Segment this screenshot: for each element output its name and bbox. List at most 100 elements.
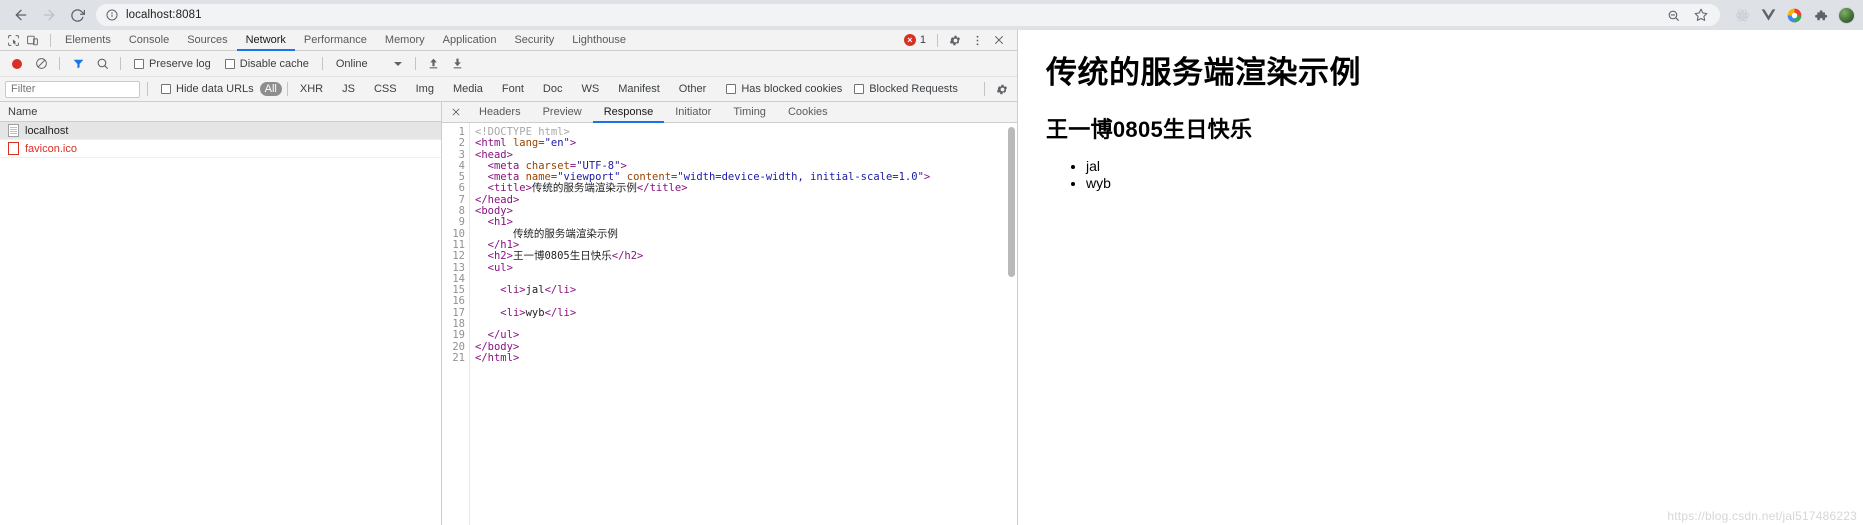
page-heading-2: 王一博0805生日快乐 [1046, 116, 1253, 142]
watermark: https://blog.csdn.net/jal517486223 [1667, 509, 1857, 523]
extension-icons [1728, 6, 1855, 24]
filter-type-font[interactable]: Font [497, 82, 529, 96]
tab-memory[interactable]: Memory [376, 30, 434, 51]
detail-tab-timing[interactable]: Timing [722, 102, 777, 123]
filter-type-media[interactable]: Media [448, 82, 488, 96]
kebab-menu-icon[interactable] [967, 30, 987, 50]
filterbar-divider-3 [984, 82, 985, 96]
toolbar-divider-4 [414, 57, 416, 70]
throttling-value: Online [335, 57, 368, 70]
toolbar-divider-2 [120, 57, 121, 70]
import-har-icon[interactable] [423, 53, 445, 75]
react-devtools-icon[interactable] [1734, 7, 1750, 23]
tab-performance[interactable]: Performance [295, 30, 376, 51]
export-har-icon[interactable] [447, 53, 469, 75]
disable-cache-checkbox[interactable]: Disable cache [219, 58, 315, 70]
detail-tab-initiator[interactable]: Initiator [664, 102, 722, 123]
tab-network[interactable]: Network [236, 30, 295, 51]
error-icon: × [903, 34, 916, 46]
detail-tabbar: Headers Preview Response Initiator Timin… [442, 102, 1017, 123]
devtools-panel: Elements Console Sources Network Perform… [0, 30, 1018, 525]
filter-type-manifest[interactable]: Manifest [613, 82, 665, 96]
detail-tab-preview[interactable]: Preview [532, 102, 593, 123]
request-row-localhost[interactable]: localhost [0, 122, 441, 140]
list-item: wyb [1086, 175, 1835, 192]
response-source-code[interactable]: <!DOCTYPE html> <html lang="en"> <head> <m… [470, 123, 1017, 525]
filter-type-doc[interactable]: Doc [538, 82, 568, 96]
search-icon[interactable] [91, 53, 113, 75]
filter-type-css[interactable]: CSS [369, 82, 402, 96]
browser-toolbar: localhost:8081 [0, 0, 1863, 30]
vue-devtools-icon[interactable] [1760, 7, 1776, 23]
device-toolbar-icon[interactable] [26, 34, 39, 47]
has-blocked-cookies-box[interactable] [726, 84, 737, 94]
response-source-view[interactable]: 1 2 3 4 5 6 7 8 9 10 11 12 13 14 15 16 17 18 19 20 21 <!DOCT… [442, 123, 1017, 525]
puzzle-piece-icon[interactable] [1812, 7, 1828, 23]
filter-settings-gear-icon[interactable] [992, 79, 1012, 99]
disable-cache-label: Disable cache [239, 57, 309, 70]
tab-sources[interactable]: Sources [178, 30, 236, 51]
detail-tab-headers[interactable]: Headers [468, 102, 532, 123]
toolbar-divider-1 [59, 57, 60, 70]
tabbar-divider [50, 33, 51, 47]
record-button[interactable] [6, 53, 28, 75]
profile-avatar[interactable] [1838, 6, 1855, 24]
tab-lighthouse[interactable]: Lighthouse [563, 30, 635, 51]
filter-type-ws[interactable]: WS [576, 82, 604, 96]
hide-data-urls-label: Hide data URLs [176, 83, 254, 95]
detail-tab-cookies[interactable]: Cookies [777, 102, 839, 123]
request-row-favicon[interactable]: favicon.ico [0, 140, 441, 158]
blocked-requests-checkbox[interactable]: Blocked Requests [848, 83, 964, 95]
request-name: localhost [25, 124, 69, 137]
filter-type-xhr[interactable]: XHR [295, 82, 328, 96]
tab-security[interactable]: Security [505, 30, 563, 51]
hide-data-urls-checkbox[interactable]: Hide data URLs [155, 83, 260, 95]
network-filter-bar: Hide data URLs All XHR JS CSS Img Media … [0, 77, 1017, 102]
throttling-select[interactable]: Online [330, 58, 408, 70]
page-heading-1: 传统的服务端渲染示例 [1046, 55, 1361, 90]
filter-type-js[interactable]: JS [337, 82, 360, 96]
tab-elements[interactable]: Elements [56, 30, 120, 51]
vertical-scrollbar[interactable] [1008, 127, 1015, 277]
chevron-down-icon [393, 61, 402, 66]
clear-icon[interactable] [30, 53, 52, 75]
gear-icon[interactable] [945, 30, 965, 50]
address-bar[interactable]: localhost:8081 [96, 4, 1720, 26]
inspect-element-icon[interactable] [7, 34, 20, 47]
request-name: favicon.ico [25, 142, 77, 155]
preserve-log-label: Preserve log [149, 57, 211, 70]
preserve-log-checkbox[interactable]: Preserve log [128, 58, 217, 70]
hide-data-urls-box[interactable] [161, 84, 171, 94]
reload-icon[interactable] [64, 2, 90, 28]
page-list: jal wyb [1046, 158, 1835, 192]
close-detail-icon[interactable] [448, 104, 464, 120]
network-control-toolbar: Preserve log Disable cache Online [0, 51, 1017, 77]
blocked-requests-box[interactable] [854, 84, 865, 94]
toolbar-divider-3 [321, 57, 323, 70]
site-info-icon[interactable] [106, 9, 118, 21]
filter-type-all[interactable]: All [259, 82, 282, 96]
filter-funnel-icon[interactable] [67, 53, 89, 75]
devtools-and-page: Elements Console Sources Network Perform… [0, 30, 1863, 525]
document-icon [8, 124, 19, 137]
filter-type-other[interactable]: Other [674, 82, 712, 96]
tab-console[interactable]: Console [120, 30, 178, 51]
star-icon[interactable] [1694, 8, 1708, 22]
disable-cache-box[interactable] [224, 58, 235, 69]
detail-tab-response[interactable]: Response [592, 102, 665, 123]
network-body: Name localhost favicon.ico Headers Previ… [0, 102, 1017, 525]
error-count-badge[interactable]: × 1 [903, 34, 930, 46]
has-blocked-cookies-checkbox[interactable]: Has blocked cookies [720, 83, 848, 95]
close-icon[interactable] [989, 30, 1009, 50]
preserve-log-box[interactable] [134, 58, 144, 69]
tab-application[interactable]: Application [434, 30, 506, 51]
rendered-page: 传统的服务端渲染示例 王一博0805生日快乐 jal wyb https://b… [1018, 30, 1863, 525]
has-blocked-cookies-label: Has blocked cookies [741, 83, 843, 95]
line-number-gutter: 1 2 3 4 5 6 7 8 9 10 11 12 13 14 15 16 17 18 19 20 21 [442, 123, 470, 525]
back-arrow-icon[interactable] [8, 2, 34, 28]
filter-type-img[interactable]: Img [411, 82, 439, 96]
filter-input[interactable] [5, 80, 140, 98]
forward-arrow-icon[interactable] [36, 2, 62, 28]
color-circle-icon[interactable] [1786, 7, 1802, 23]
zoom-out-icon[interactable] [1667, 9, 1680, 22]
